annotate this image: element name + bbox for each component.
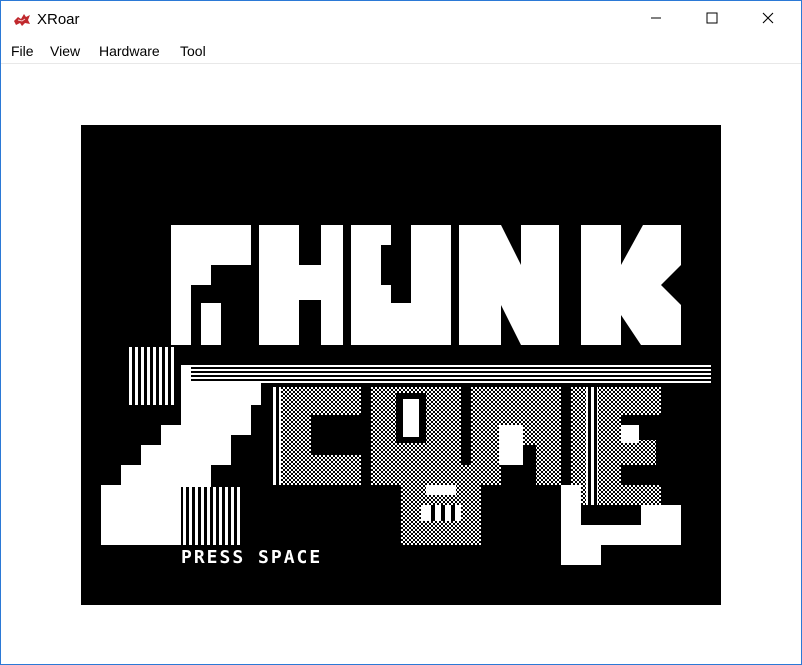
menu-file[interactable]: File xyxy=(11,43,34,59)
chunk-logo xyxy=(171,225,681,345)
zone-logo xyxy=(101,347,711,565)
menu-tool[interactable]: Tool xyxy=(180,43,206,59)
menu-hardware[interactable]: Hardware xyxy=(99,43,160,59)
emulator-client-area: PRESS SPACE xyxy=(1,64,801,664)
title-bar[interactable]: XRoar xyxy=(1,1,801,39)
maximize-button[interactable] xyxy=(689,1,735,39)
minimize-button[interactable] xyxy=(633,1,679,39)
press-space-prompt: PRESS SPACE xyxy=(181,547,322,568)
menu-view[interactable]: View xyxy=(50,43,80,59)
maximize-icon xyxy=(706,11,718,29)
menu-bar: File View Hardware Tool xyxy=(1,39,801,64)
window-title: XRoar xyxy=(37,11,80,28)
emulator-screen[interactable]: PRESS SPACE xyxy=(81,125,721,605)
xroar-window: XRoar File View Hardware Tool PRESS SPAC… xyxy=(0,0,802,665)
game-title-screen: PRESS SPACE xyxy=(101,225,711,568)
close-icon xyxy=(762,11,774,29)
close-button[interactable] xyxy=(745,1,791,39)
minimize-icon xyxy=(650,11,662,29)
xroar-dragon-icon xyxy=(13,12,31,28)
